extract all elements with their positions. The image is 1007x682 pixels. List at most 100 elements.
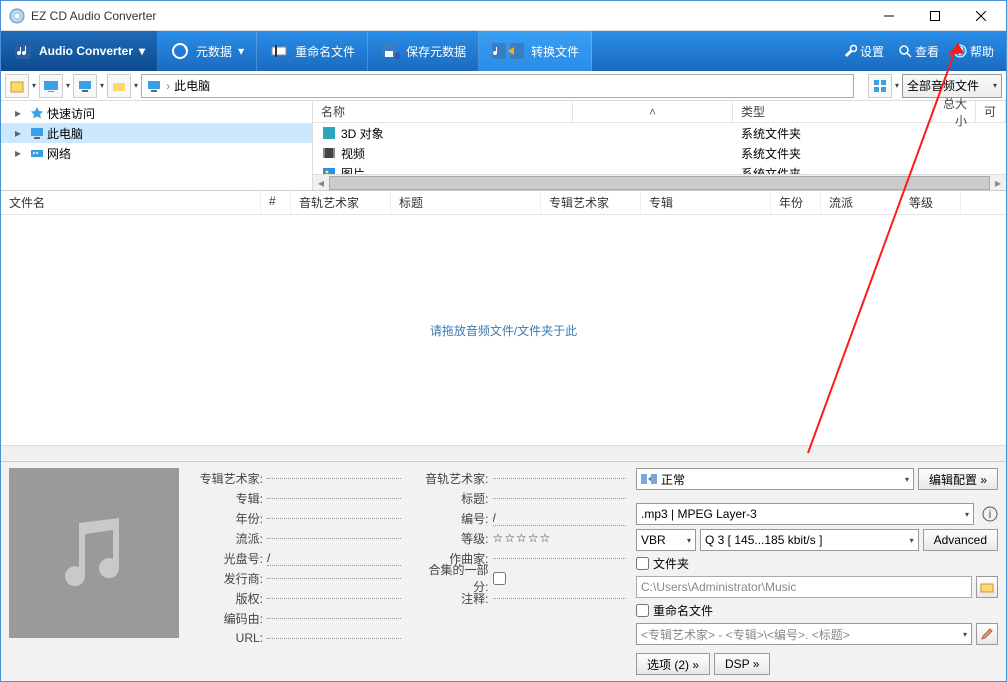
refresh-icon	[170, 41, 190, 61]
meta-value[interactable]	[267, 598, 401, 599]
settings-label: 设置	[860, 43, 884, 60]
format-label: .mp3 | MPEG Layer-3	[641, 507, 757, 521]
settings-button[interactable]: 设置	[837, 43, 890, 60]
column-header[interactable]: 等级	[901, 191, 961, 214]
preset-dropdown[interactable]: 正常 ▾	[636, 468, 914, 490]
maximize-button[interactable]	[912, 2, 958, 30]
column-header[interactable]: 音轨艺术家	[291, 191, 391, 214]
meta-value[interactable]	[267, 478, 401, 479]
folder-checkbox[interactable]	[636, 557, 649, 570]
rename-template-dropdown[interactable]: <专辑艺术家> - <专辑>\<编号>. <标题>▾	[636, 623, 972, 645]
output-folder-input[interactable]: C:\Users\Administrator\Music	[636, 576, 972, 598]
horizontal-scrollbar[interactable]: ◂ ▸	[313, 174, 1006, 190]
meta-field: 版权:	[189, 588, 401, 608]
folder-icon[interactable]	[107, 74, 131, 98]
col-name[interactable]: 名称	[313, 101, 573, 122]
column-header[interactable]: 标题	[391, 191, 541, 214]
meta-value[interactable]	[267, 498, 401, 499]
meta-value[interactable]	[493, 478, 627, 479]
folder-row[interactable]: 图片 系统文件夹	[313, 163, 1006, 174]
dsp-button[interactable]: DSP »	[714, 653, 770, 675]
rename-checkbox[interactable]	[636, 604, 649, 617]
meta-value[interactable]: /	[267, 551, 401, 566]
pc-icon	[146, 78, 162, 94]
meta-value[interactable]	[267, 538, 401, 539]
col-type[interactable]: 类型	[733, 101, 933, 122]
desktop-icon[interactable]	[39, 74, 63, 98]
meta-value[interactable]	[267, 638, 401, 639]
column-header[interactable]: 专辑	[641, 191, 771, 214]
chevron-down-icon: ▾	[993, 81, 997, 90]
rename-label: 重命名文件	[295, 43, 355, 60]
folder-row[interactable]: 3D 对象 系统文件夹	[313, 123, 1006, 143]
audio-converter-button[interactable]: Audio Converter ▾	[1, 31, 158, 71]
expand-icon[interactable]: ▸	[15, 146, 27, 160]
rating-stars[interactable]: ☆☆☆☆☆	[493, 531, 627, 545]
view-button[interactable]: 查看	[892, 43, 945, 60]
tree-item-net[interactable]: ▸ 网络	[1, 143, 312, 163]
vbr-dropdown[interactable]: VBR▾	[636, 529, 696, 551]
meta-value[interactable]	[493, 598, 627, 599]
sort-icon[interactable]: ˄	[649, 105, 656, 119]
drop-zone[interactable]: 请拖放音频文件/文件夹于此	[1, 215, 1006, 445]
col-avail[interactable]: 可	[976, 101, 1006, 122]
rename-button[interactable]: 重命名文件	[257, 31, 368, 71]
chevron-icon: ▾	[66, 81, 70, 90]
svg-text:?: ?	[956, 44, 963, 58]
minimize-button[interactable]	[866, 2, 912, 30]
metadata-button[interactable]: 元数据 ▾	[158, 31, 257, 71]
meta-value[interactable]	[267, 618, 401, 619]
help-button[interactable]: ? 帮助	[947, 43, 1000, 60]
edit-config-button[interactable]: 编辑配置 »	[918, 468, 998, 490]
expand-icon[interactable]: ▸	[15, 106, 27, 120]
meta-label: URL:	[189, 631, 263, 645]
home-icon[interactable]	[5, 74, 29, 98]
meta-field: 专辑:	[189, 488, 401, 508]
main-toolbar: Audio Converter ▾ 元数据 ▾ 重命名文件 保存元数据 转换文件…	[1, 31, 1006, 71]
column-header[interactable]: 专辑艺术家	[541, 191, 641, 214]
meta-value[interactable]	[267, 578, 401, 579]
column-header[interactable]: #	[261, 191, 291, 214]
folder-tree[interactable]: ▸ 快速访问▸ 此电脑▸ 网络	[1, 101, 313, 190]
quality-label: Q 3 [ 145...185 kbit/s ]	[705, 533, 822, 547]
edit-template-button[interactable]	[976, 623, 998, 645]
rename-icon	[269, 41, 289, 61]
chevron-icon: ▾	[134, 81, 138, 90]
preset-icon	[641, 472, 657, 486]
path-input[interactable]: › 此电脑	[141, 74, 854, 98]
view-mode-button[interactable]	[868, 74, 892, 98]
meta-label: 等级:	[415, 530, 489, 547]
meta-value[interactable]	[493, 498, 627, 499]
meta-value[interactable]	[493, 558, 627, 559]
col-size[interactable]: 总大小	[933, 101, 976, 122]
column-header[interactable]: 流派	[821, 191, 901, 214]
save-metadata-button[interactable]: 保存元数据	[368, 31, 479, 71]
column-header[interactable]: 文件名	[1, 191, 261, 214]
convert-button[interactable]: 转换文件	[479, 31, 592, 71]
tree-item-star[interactable]: ▸ 快速访问	[1, 103, 312, 123]
expand-icon[interactable]: ▸	[15, 126, 27, 140]
tree-item-pc[interactable]: ▸ 此电脑	[1, 123, 312, 143]
format-dropdown[interactable]: .mp3 | MPEG Layer-3 ▾	[636, 503, 974, 525]
meta-label: 发行商:	[189, 570, 263, 587]
browse-folder-button[interactable]	[976, 576, 998, 598]
chevron-down-icon: ▾	[963, 630, 967, 639]
meta-label: 年份:	[189, 510, 263, 527]
horizontal-scrollbar[interactable]	[1, 445, 1006, 461]
options-button[interactable]: 选项 (2) »	[636, 653, 710, 675]
path-bar: ▾ ▾ ▾ ▾ › 此电脑 ▾ 全部音频文件 ▾	[1, 71, 1006, 101]
meta-value[interactable]	[267, 518, 401, 519]
meta-field: 光盘号:/	[189, 548, 401, 568]
column-header[interactable]: 年份	[771, 191, 821, 214]
compilation-checkbox[interactable]	[493, 572, 506, 585]
advanced-button[interactable]: Advanced	[923, 529, 998, 551]
pc-icon[interactable]	[73, 74, 97, 98]
path-segment[interactable]: 此电脑	[174, 77, 210, 94]
info-icon[interactable]: i	[982, 506, 998, 522]
album-art[interactable]	[9, 468, 179, 638]
folder-row[interactable]: 视频 系统文件夹	[313, 143, 1006, 163]
quality-dropdown[interactable]: Q 3 [ 145...185 kbit/s ]▾	[700, 529, 919, 551]
meta-value[interactable]: /	[493, 511, 627, 526]
close-button[interactable]	[958, 2, 1004, 30]
star-icon	[29, 105, 45, 121]
